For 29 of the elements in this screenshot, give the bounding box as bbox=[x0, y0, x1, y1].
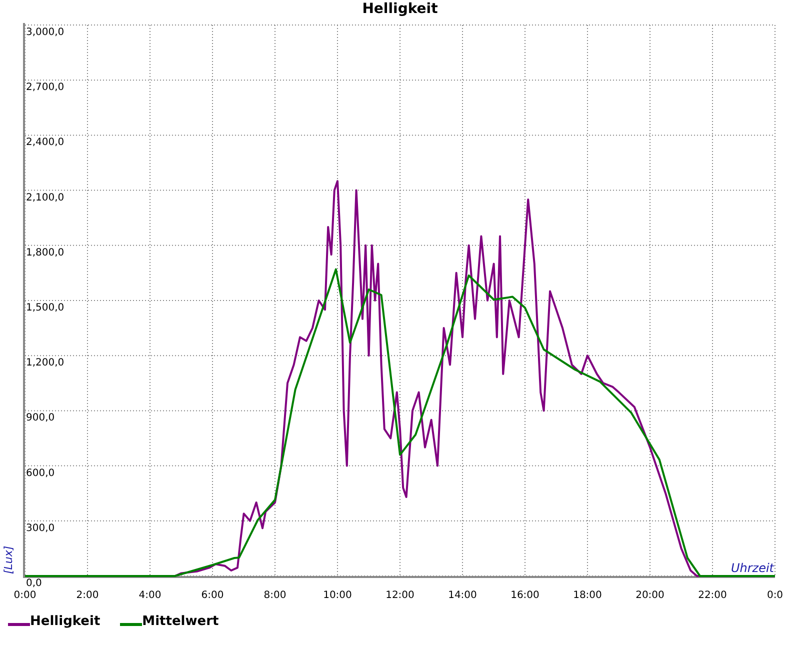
y-tick-label: 300,0 bbox=[26, 522, 55, 534]
y-tick-label: 1,800,0 bbox=[26, 247, 64, 258]
y-tick-label: 2,100,0 bbox=[26, 192, 64, 204]
x-tick-label: 8:00 bbox=[264, 590, 286, 600]
x-tick-label: 10:00 bbox=[323, 590, 352, 600]
legend-label: Mittelwert bbox=[142, 613, 219, 631]
y-tick-label: 1,500,0 bbox=[26, 302, 64, 314]
x-tick-label: 14:00 bbox=[448, 590, 477, 600]
x-tick-label: 2:00 bbox=[76, 590, 99, 600]
x-tick-label: 16:00 bbox=[510, 590, 540, 600]
x-tick-label: 0:00 bbox=[14, 590, 36, 600]
x-tick-label: 12:00 bbox=[386, 590, 414, 600]
y-tick-label: 2,400,0 bbox=[26, 137, 64, 148]
legend-label: Helligkeit bbox=[30, 613, 100, 631]
x-tick-label: 4:00 bbox=[138, 590, 162, 600]
y-tick-label: 600,0 bbox=[26, 468, 55, 479]
x-tick-label: 18:00 bbox=[573, 590, 602, 600]
y-tick-label: 3,000,0 bbox=[26, 27, 64, 38]
y-axis-title: [Lux] bbox=[2, 546, 15, 574]
x-tick-label: 22:00 bbox=[698, 590, 727, 600]
y-tick-label: 0,0 bbox=[26, 578, 42, 589]
x-axis-title: Uhrzeit bbox=[730, 561, 774, 575]
x-tick-label: 6:00 bbox=[201, 590, 224, 600]
x-tick-label: 0:0 bbox=[766, 590, 784, 600]
y-tick-label: 1,200,0 bbox=[26, 358, 64, 369]
y-tick-label: 2,700,0 bbox=[26, 82, 64, 94]
y-tick-label: 900,0 bbox=[26, 412, 55, 424]
chart-title: Helligkeit bbox=[362, 0, 438, 18]
x-tick-label: 20:00 bbox=[636, 590, 664, 600]
